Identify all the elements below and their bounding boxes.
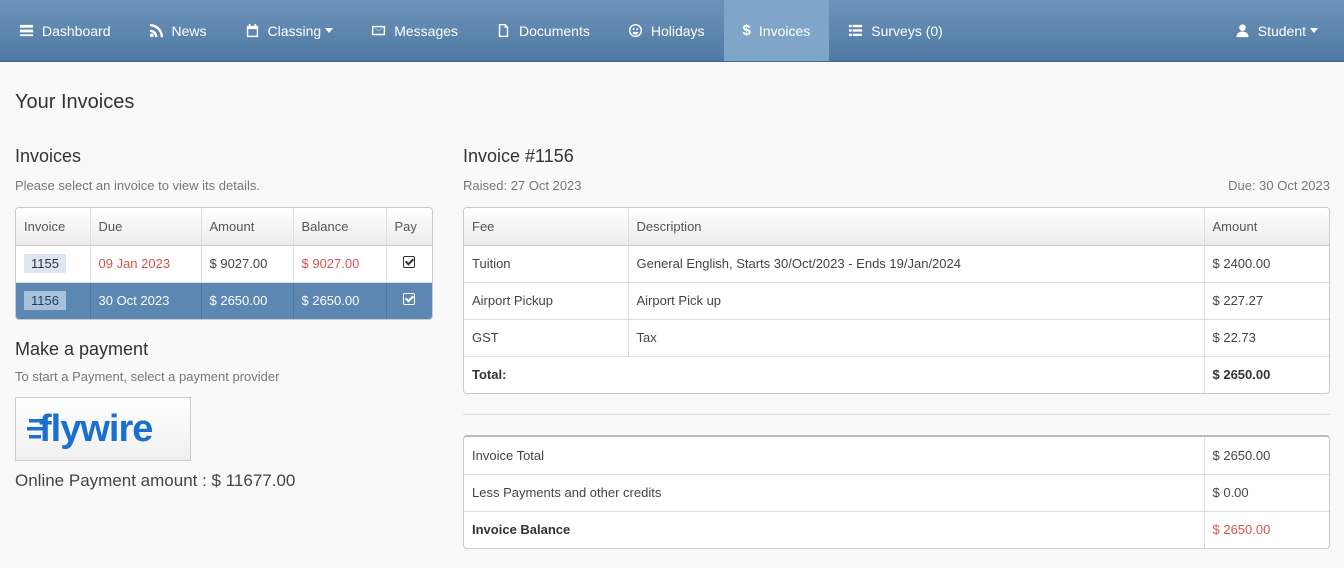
description: Airport Pick up: [628, 282, 1205, 320]
col-balance: Balance: [293, 208, 387, 246]
summary-value: $ 2650.00: [1204, 437, 1329, 475]
chevron-down-icon: [325, 28, 334, 33]
dashboard-icon: [19, 24, 34, 37]
user-label: Student: [1257, 22, 1306, 39]
nav-news[interactable]: News: [130, 0, 226, 61]
nav-label: Documents: [519, 22, 590, 39]
amount: $ 2400.00: [1204, 245, 1329, 283]
total-row: Total: $ 2650.00: [464, 355, 1329, 393]
nav-classing[interactable]: Classing: [226, 0, 353, 61]
envelope-icon: [372, 25, 386, 36]
raised-date: Raised: 27 Oct 2023: [463, 178, 582, 193]
amount: $ 9027.00: [201, 245, 294, 283]
description: Tax: [628, 319, 1205, 357]
balance-value: $ 2650.00: [1204, 510, 1329, 548]
total-amount: $ 2650.00: [1204, 355, 1329, 393]
online-payment-amount: Online Payment amount : $ 11677.00: [15, 471, 296, 490]
table-row: Airport Pickup Airport Pick up $ 227.27: [464, 282, 1329, 320]
top-navbar: Dashboard News Classing Messages Documen…: [0, 0, 1344, 62]
nav-dashboard[interactable]: Dashboard: [0, 0, 130, 61]
due-date: Due: 30 Oct 2023: [1228, 178, 1330, 193]
table-row: Less Payments and other credits $ 0.00: [464, 474, 1329, 512]
user-icon: [1236, 24, 1249, 38]
fee: Airport Pickup: [464, 282, 629, 320]
invoices-panel: Invoices Please select an invoice to vie…: [15, 146, 433, 491]
rss-icon: [149, 23, 163, 38]
invoice-number[interactable]: 1155: [24, 254, 66, 273]
payment-hint: To start a Payment, select a payment pro…: [15, 369, 280, 384]
amount: $ 227.27: [1204, 282, 1329, 320]
nav-label: Holidays: [650, 22, 705, 39]
invoice-number[interactable]: 1156: [24, 291, 66, 311]
user-menu[interactable]: Student: [1216, 0, 1344, 61]
table-row: GST Tax $ 22.73: [464, 319, 1329, 357]
invoices-heading: Invoices: [15, 146, 82, 166]
table-row: Tuition General English, Starts 30/Oct/2…: [464, 245, 1329, 283]
invoices-table: Invoice Due Amount Balance Pay 1155 09 J…: [15, 207, 433, 320]
flywire-wordmark: flywire: [39, 408, 152, 450]
balance: $ 2650.00: [293, 282, 387, 319]
invoice-detail-title: Invoice #1156: [463, 146, 574, 166]
nav-label: Dashboard: [42, 22, 111, 39]
chevron-down-icon: [1310, 28, 1318, 33]
col-fee: Fee: [464, 208, 629, 246]
summary-label: Less Payments and other credits: [464, 474, 1205, 512]
nav-surveys[interactable]: Surveys (0): [829, 0, 962, 61]
col-amount: Amount: [1204, 208, 1329, 246]
calendar-icon: [246, 23, 258, 38]
amount: $ 2650.00: [201, 282, 294, 319]
flywire-logo: flywire: [27, 408, 153, 450]
col-invoice: Invoice: [16, 208, 91, 246]
table-row[interactable]: 1155 09 Jan 2023 $ 9027.00 $ 9027.00: [16, 245, 432, 283]
nav-label: Surveys (0): [871, 22, 943, 39]
col-due: Due: [90, 208, 202, 246]
table-row[interactable]: 1156 30 Oct 2023 $ 2650.00 $ 2650.00: [16, 282, 432, 319]
page-title: Your Invoices: [15, 91, 135, 113]
nav-label: Messages: [394, 22, 459, 39]
due-date: 30 Oct 2023: [90, 282, 202, 319]
invoice-detail-panel: Invoice #1156 Raised: 27 Oct 2023 Due: 3…: [463, 146, 1330, 549]
balance-label: Invoice Balance: [464, 510, 1205, 548]
total-label: Total:: [464, 355, 1205, 393]
summary-label: Invoice Total: [464, 437, 1205, 475]
summary-table: Invoice Total $ 2650.00 Less Payments an…: [463, 435, 1330, 549]
due-date: 09 Jan 2023: [90, 245, 202, 283]
fee: GST: [464, 319, 629, 357]
divider: [463, 414, 1330, 415]
nav-label: Invoices: [758, 22, 811, 39]
nav-label: News: [171, 22, 207, 39]
invoices-hint: Please select an invoice to view its det…: [15, 178, 260, 193]
payment-heading: Make a payment: [15, 339, 149, 359]
pay-checkbox-icon[interactable]: [403, 293, 416, 306]
nav-invoices[interactable]: $ Invoices: [723, 0, 830, 61]
amount: $ 22.73: [1204, 319, 1329, 357]
col-amount: Amount: [201, 208, 294, 246]
fee: Tuition: [464, 245, 629, 283]
nav-messages[interactable]: Messages: [352, 0, 477, 61]
table-row: Invoice Total $ 2650.00: [464, 437, 1329, 475]
description: General English, Starts 30/Oct/2023 - En…: [628, 245, 1205, 283]
list-icon: [849, 24, 863, 37]
flywire-provider-button[interactable]: flywire: [15, 397, 191, 461]
col-description: Description: [628, 208, 1205, 246]
nav-documents[interactable]: Documents: [477, 0, 609, 61]
balance-row: Invoice Balance $ 2650.00: [464, 510, 1329, 548]
col-pay: Pay: [386, 208, 432, 246]
dollar-icon: $: [742, 22, 751, 39]
balance: $ 9027.00: [293, 245, 387, 283]
fees-table: Fee Description Amount Tuition General E…: [463, 207, 1330, 394]
nav-label: Classing: [267, 22, 322, 39]
nav-holidays[interactable]: Holidays: [609, 0, 724, 61]
smiley-icon: [628, 23, 642, 38]
pay-checkbox-icon[interactable]: [403, 256, 416, 268]
document-icon: [498, 23, 509, 38]
summary-value: $ 0.00: [1204, 474, 1329, 512]
